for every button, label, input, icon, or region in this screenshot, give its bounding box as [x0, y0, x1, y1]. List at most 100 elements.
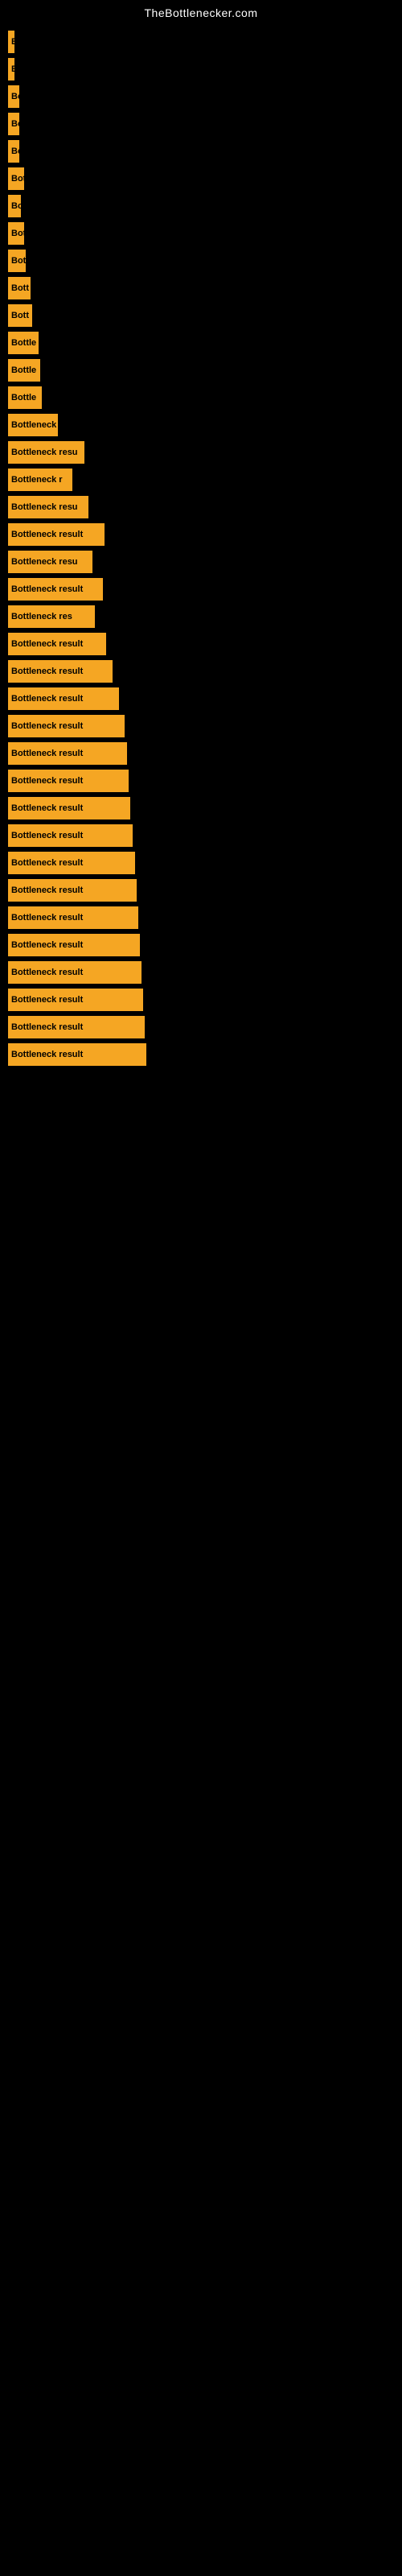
result-bar: Bottleneck result [8, 715, 125, 737]
bar-label: Bottleneck res [11, 612, 72, 621]
bar-row: Bottleneck resu [8, 551, 402, 573]
bar-label: Bot [11, 256, 26, 266]
bar-label: Bottleneck result [11, 831, 83, 840]
bar-row: Bottleneck result [8, 824, 402, 847]
bar-row: Bottleneck result [8, 961, 402, 984]
result-bar: Bott [8, 277, 31, 299]
result-bar: Bottleneck result [8, 879, 137, 902]
bar-row: Bottle [8, 359, 402, 382]
bar-row: Bottleneck [8, 414, 402, 436]
bar-row: Bottleneck resu [8, 441, 402, 464]
bar-row: Bottleneck result [8, 742, 402, 765]
bar-label: Bottleneck result [11, 721, 83, 731]
bar-row: Bottleneck result [8, 906, 402, 929]
bar-label: B [11, 64, 14, 74]
bar-row: Bottleneck result [8, 989, 402, 1011]
bar-label: Bott [11, 311, 29, 320]
bar-label: Bottleneck result [11, 776, 83, 786]
result-bar: Bottleneck result [8, 797, 130, 819]
bar-row: Bottleneck result [8, 934, 402, 956]
bar-row: Bottleneck result [8, 770, 402, 792]
bar-row: Bottleneck result [8, 879, 402, 902]
bar-label: Bottle [11, 365, 36, 375]
result-bar: Bottleneck result [8, 989, 143, 1011]
bar-row: Bottleneck r [8, 469, 402, 491]
result-bar: Bottleneck result [8, 633, 106, 655]
result-bar: Bottle [8, 359, 40, 382]
bar-row: Bot [8, 167, 402, 190]
bar-label: Bo [11, 147, 19, 156]
bar-label: Bottleneck result [11, 584, 83, 594]
result-bar: Bottleneck result [8, 770, 129, 792]
result-bar: Bottleneck result [8, 824, 133, 847]
result-bar: Bottleneck result [8, 578, 103, 601]
bar-label: Bottleneck resu [11, 448, 78, 457]
result-bar: Bottleneck result [8, 1016, 145, 1038]
result-bar: Bottleneck res [8, 605, 95, 628]
bar-label: Bottleneck result [11, 749, 83, 758]
bar-label: Bottleneck result [11, 1022, 83, 1032]
bar-label: Bottleneck result [11, 639, 83, 649]
result-bar: Bottleneck result [8, 961, 142, 984]
result-bar: Bott [8, 304, 32, 327]
bar-row: Bottleneck result [8, 1016, 402, 1038]
bar-label: Bottleneck [11, 420, 56, 430]
bar-label: Bottleneck result [11, 694, 83, 704]
site-title: TheBottlenecker.com [0, 0, 402, 23]
bar-label: Bottleneck result [11, 968, 83, 977]
result-bar: Bottleneck r [8, 469, 72, 491]
result-bar: Bottleneck resu [8, 441, 84, 464]
result-bar: Bottleneck resu [8, 551, 92, 573]
bar-label: Bo [11, 201, 21, 211]
bar-label: Bottleneck result [11, 667, 83, 676]
result-bar: Bottleneck result [8, 1043, 146, 1066]
bar-label: Bot [11, 229, 24, 238]
bar-label: Bottle [11, 393, 36, 402]
result-bar: Bo [8, 85, 19, 108]
bar-label: Bott [11, 283, 29, 293]
bar-row: B [8, 58, 402, 80]
result-bar: Bot [8, 250, 26, 272]
bar-label: Bottle [11, 338, 36, 348]
bar-label: Bottleneck resu [11, 502, 78, 512]
bar-row: Bo [8, 140, 402, 163]
result-bar: Bottle [8, 386, 42, 409]
result-bar: Bot [8, 167, 24, 190]
result-bar: Bo [8, 195, 21, 217]
bar-row: Bottleneck result [8, 633, 402, 655]
bar-label: Bottleneck r [11, 475, 63, 485]
bar-label: Bottleneck result [11, 858, 83, 868]
bar-label: Bottleneck resu [11, 557, 78, 567]
result-bar: Bottleneck result [8, 906, 138, 929]
bars-wrapper: BBBoBoBoBotBoBotBotBottBottBottleBottleB… [0, 23, 402, 1066]
result-bar: B [8, 58, 14, 80]
bar-row: Bott [8, 277, 402, 299]
bar-label: Bottleneck result [11, 803, 83, 813]
bar-row: Bottleneck result [8, 523, 402, 546]
result-bar: Bot [8, 222, 24, 245]
bar-label: Bottleneck result [11, 940, 83, 950]
result-bar: Bottleneck result [8, 660, 113, 683]
bar-row: Bo [8, 113, 402, 135]
bar-label: Bottleneck result [11, 886, 83, 895]
bar-row: Bott [8, 304, 402, 327]
bar-row: Bot [8, 222, 402, 245]
result-bar: Bo [8, 140, 19, 163]
bar-row: Bo [8, 85, 402, 108]
result-bar: Bottleneck result [8, 742, 127, 765]
bar-row: Bottleneck result [8, 797, 402, 819]
bar-label: Bottleneck result [11, 913, 83, 923]
bar-label: Bo [11, 119, 19, 129]
result-bar: Bottleneck result [8, 934, 140, 956]
bar-row: Bottleneck result [8, 1043, 402, 1066]
bar-label: Bottleneck result [11, 1050, 83, 1059]
result-bar: Bottleneck result [8, 687, 119, 710]
bar-row: Bottleneck result [8, 852, 402, 874]
bar-row: Bottle [8, 386, 402, 409]
bar-row: Bottle [8, 332, 402, 354]
result-bar: Bottleneck result [8, 852, 135, 874]
bar-row: Bot [8, 250, 402, 272]
result-bar: Bottleneck [8, 414, 58, 436]
bar-row: Bottleneck result [8, 715, 402, 737]
result-bar: Bo [8, 113, 19, 135]
